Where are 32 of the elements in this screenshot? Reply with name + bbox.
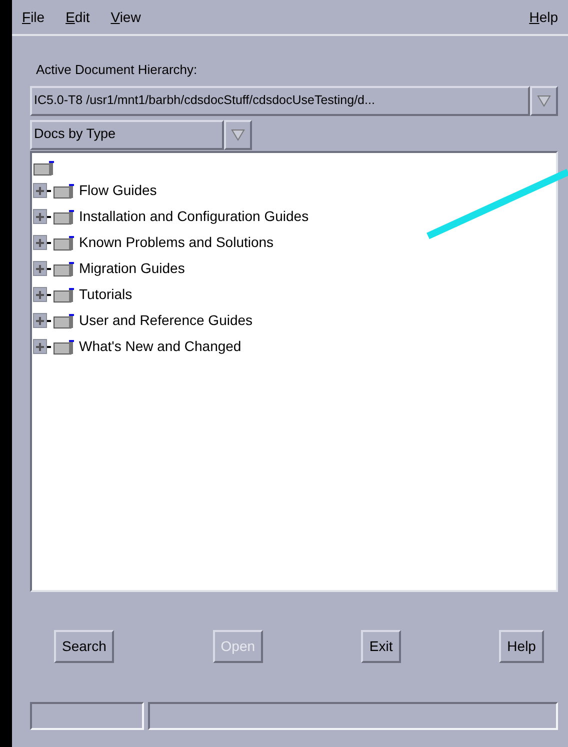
menu-item[interactable]: Help: [529, 6, 558, 28]
tree-item[interactable]: Installation and Configuration Guides: [79, 206, 309, 227]
folder-icon: [53, 286, 75, 302]
folder-icon: [33, 160, 55, 176]
tree-item[interactable]: What's New and Changed: [79, 336, 242, 357]
view-dropdown[interactable]: Docs by Type: [30, 120, 224, 150]
expand-icon[interactable]: [33, 286, 51, 302]
menu-item[interactable]: Edit: [66, 6, 90, 28]
tree-item[interactable]: Known Problems and Solutions: [79, 232, 274, 253]
folder-icon: [53, 312, 75, 328]
menu-item[interactable]: View: [110, 6, 141, 28]
hierarchy-label: Active Document Hierarchy:: [36, 61, 198, 79]
folder-icon: [53, 234, 75, 250]
hierarchy-dropdown[interactable]: IC5.0-T8 /usr1/mnt1/barbh/cdsdocStuff/cdsdocUseTesting/d...: [30, 86, 530, 116]
tree-item[interactable]: User and Reference Guides: [79, 310, 253, 331]
tree-item[interactable]: Migration Guides: [79, 258, 185, 279]
folder-icon: [53, 208, 75, 224]
dialog-button[interactable]: Help: [499, 630, 544, 662]
expand-icon[interactable]: [33, 182, 51, 198]
dialog-button[interactable]: Search: [54, 630, 114, 662]
expand-icon[interactable]: [33, 234, 51, 250]
menu-item[interactable]: File: [22, 6, 45, 28]
folder-icon: [53, 260, 75, 276]
folder-icon: [53, 182, 75, 198]
folder-icon: [53, 338, 75, 354]
dialog-button[interactable]: Exit: [361, 630, 401, 662]
expand-icon[interactable]: [33, 260, 51, 276]
expand-icon[interactable]: [33, 312, 51, 328]
tree-item[interactable]: Tutorials: [79, 284, 132, 305]
expand-icon[interactable]: [33, 208, 51, 224]
expand-icon[interactable]: [33, 338, 51, 354]
tree-item[interactable]: Flow Guides: [79, 180, 157, 201]
